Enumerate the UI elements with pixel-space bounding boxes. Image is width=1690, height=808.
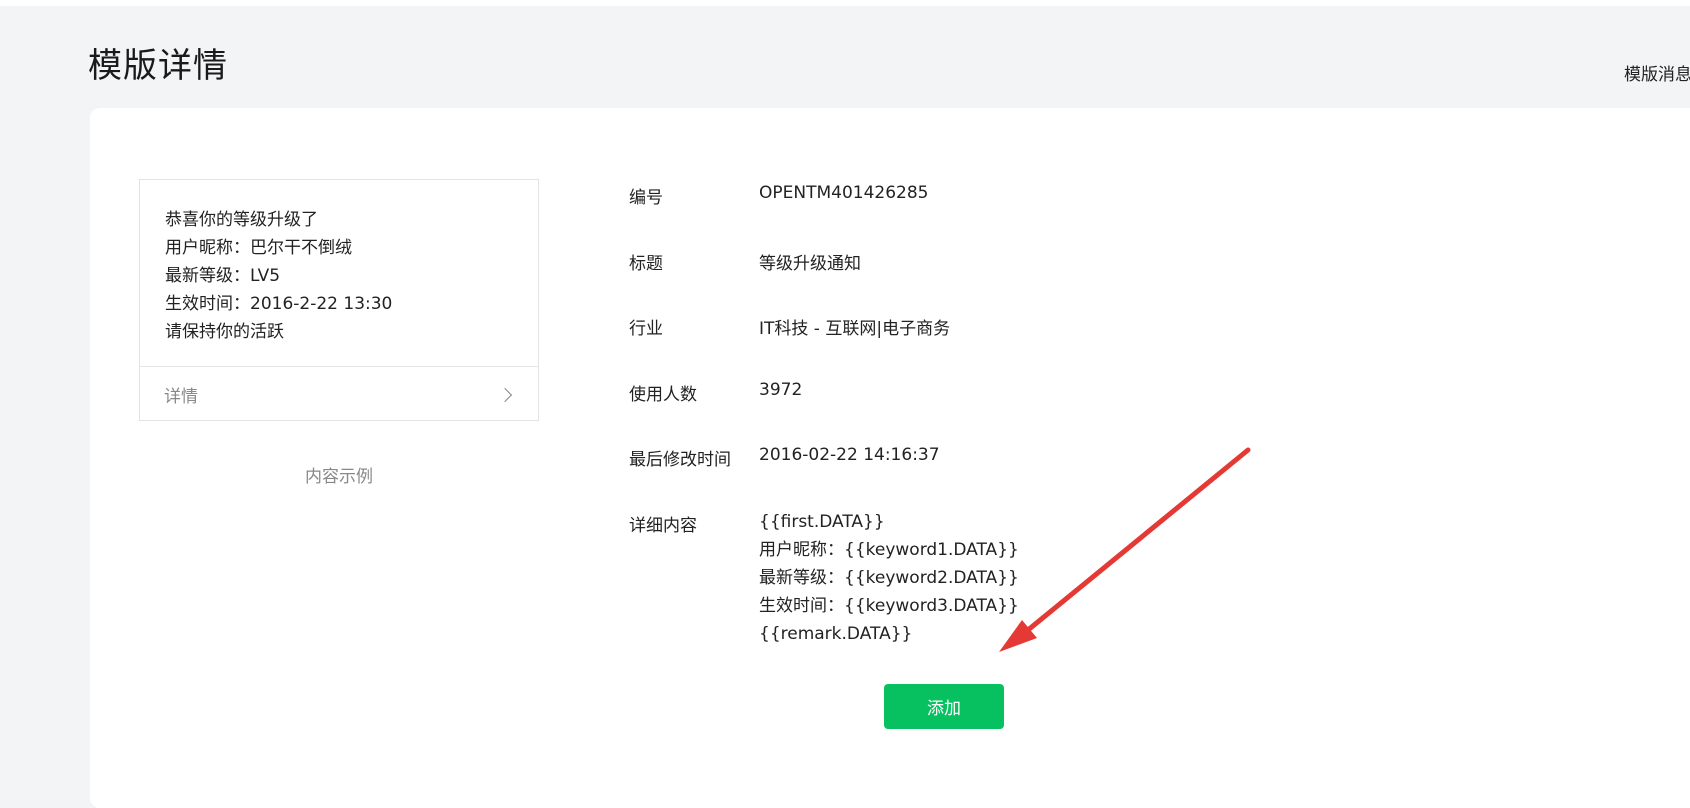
annotation-arrow-icon	[999, 447, 1251, 652]
